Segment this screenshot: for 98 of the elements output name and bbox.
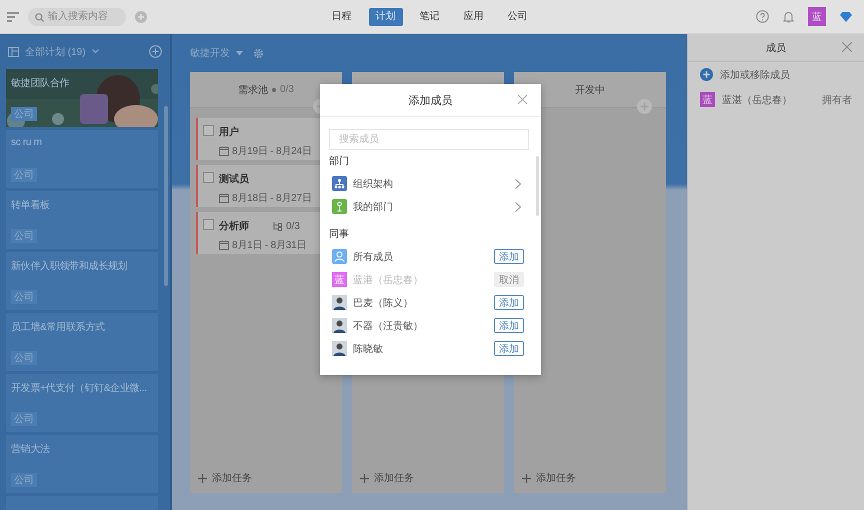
add-task-button[interactable]: 添加任务 — [520, 469, 578, 487]
plan-card[interactable]: 员工墙&常用联系方式 公司 — [6, 313, 158, 371]
person-avatar — [332, 295, 347, 310]
settings-icon[interactable] — [253, 48, 264, 58]
option-name: 不器（汪贵敏） — [353, 320, 423, 332]
subtask-count: 0/3 — [286, 220, 300, 232]
add-task-button[interactable]: 添加任务 — [196, 469, 254, 487]
department-icon — [332, 199, 347, 214]
person-avatar — [332, 341, 347, 356]
search-field[interactable]: 搜索成员 — [329, 129, 529, 150]
plan-name: 开发票+代支付（钉钉&企业微... — [11, 382, 147, 395]
task-checkbox[interactable] — [203, 172, 214, 183]
plan-card[interactable]: 营销大法 公司 — [6, 435, 158, 493]
add-task-button[interactable]: 添加任务 — [358, 469, 416, 487]
chevron-right-icon[interactable] — [515, 202, 521, 212]
plan-tag: 公司 — [11, 290, 37, 304]
member-option[interactable]: 不器（汪贵敏） 添加 — [329, 314, 529, 337]
column-count: 0/3 — [280, 84, 294, 95]
option-name: 陈晓敏 — [353, 342, 383, 356]
plus-icon — [522, 474, 531, 482]
dot-icon — [272, 88, 276, 92]
option-name: 组织架构 — [353, 178, 393, 190]
option-name: 我的部门 — [353, 200, 393, 214]
plan-name: 营销大法 — [11, 442, 50, 456]
plan-name: sc ru m — [11, 137, 42, 148]
board-icon — [8, 46, 19, 56]
option-name: 巴麦（陈义） — [353, 296, 413, 310]
help-icon[interactable] — [756, 10, 769, 23]
plan-tag: 公司 — [11, 351, 37, 365]
panel-title: 成员 — [766, 42, 786, 54]
task-checkbox[interactable] — [203, 125, 214, 136]
task-dates: 8月19日 - 8月24日 — [232, 145, 312, 158]
add-button[interactable]: 添加 — [494, 318, 524, 333]
add-icon[interactable] — [700, 68, 713, 81]
close-icon[interactable] — [842, 42, 852, 52]
plan-card[interactable]: 新伙伴入职领带和成长规划 公司 — [6, 252, 158, 310]
search-field[interactable]: 输入搜索内容 — [28, 8, 126, 26]
user-avatar[interactable]: 蓝 — [808, 7, 826, 26]
nav-tab[interactable]: 笔记 — [412, 8, 446, 26]
nav-tab[interactable]: 日程 — [324, 8, 358, 26]
plan-card[interactable]: 开发票+代支付（钉钉&企业微... 公司 — [6, 374, 158, 432]
calendar-icon — [219, 193, 229, 203]
plan-card[interactable]: 转单看板 公司 — [6, 191, 158, 249]
option-name: 所有成员 — [353, 250, 393, 264]
member-avatar: 蓝 — [700, 92, 715, 107]
nav-tab[interactable]: 应用 — [456, 8, 490, 26]
dialog-title: 添加成员 — [408, 94, 452, 108]
search-icon — [35, 12, 44, 22]
close-icon[interactable] — [518, 95, 527, 104]
task-title: 用户 — [219, 125, 239, 139]
nav-tab[interactable]: 公司 — [500, 8, 534, 26]
member-name: 蓝湛（岳忠春） — [722, 94, 792, 106]
subtask-icon — [273, 221, 283, 231]
project-name[interactable]: 敏捷开发 — [190, 46, 230, 60]
chevron-down-icon[interactable] — [92, 49, 99, 54]
column-title: 需求池 — [238, 84, 268, 96]
task-dates: 8月18日 - 8月27日 — [232, 192, 312, 205]
option-name: 蓝港（岳忠春） — [353, 274, 423, 286]
task-dates: 8月1日 - 8月31日 — [232, 239, 306, 252]
plan-tag: 公司 — [11, 168, 37, 182]
plan-card[interactable]: sc ru m 公司 — [6, 130, 158, 188]
add-icon[interactable] — [135, 10, 147, 22]
plan-tag: 公司 — [11, 412, 37, 426]
plan-name: 员工墙&常用联系方式 — [11, 320, 105, 334]
plan-name: 转单看板 — [11, 198, 50, 212]
calendar-icon — [219, 240, 229, 250]
chevron-right-icon[interactable] — [515, 178, 521, 188]
caret-icon[interactable] — [236, 50, 243, 56]
calendar-icon — [219, 146, 229, 156]
plan-name: 新伙伴入职领带和成长规划 — [11, 260, 128, 273]
plans-title[interactable]: 全部计划 (19) — [25, 44, 86, 58]
member-option[interactable]: 陈晓敏 添加 — [329, 337, 529, 360]
add-button[interactable]: 添加 — [494, 295, 524, 310]
bell-icon[interactable] — [783, 10, 794, 23]
plan-name: 敏捷团队合作 — [11, 76, 70, 90]
task-checkbox[interactable] — [203, 219, 214, 230]
task-title: 分析师 — [219, 220, 249, 233]
scrollbar — [536, 156, 539, 216]
member-avatar: 蓝 — [332, 272, 347, 287]
plan-tag: 公司 — [11, 229, 37, 243]
plan-tag: 公司 — [11, 107, 37, 121]
column-title: 开发中 — [575, 84, 605, 96]
org-chart-icon — [332, 176, 347, 191]
plus-icon — [198, 474, 207, 482]
member-option[interactable]: 巴麦（陈义） 添加 — [329, 291, 529, 314]
plus-icon — [360, 474, 369, 482]
task-title: 测试员 — [219, 172, 249, 186]
add-button[interactable]: 添加 — [494, 341, 524, 356]
menu-icon[interactable] — [7, 12, 19, 22]
member-role: 拥有者 — [822, 94, 852, 106]
person-avatar — [332, 318, 347, 333]
nav-tab[interactable]: 计划 — [368, 8, 402, 26]
add-member-link[interactable]: 添加或移除成员 — [720, 68, 790, 82]
plan-tag: 公司 — [11, 473, 37, 487]
person-icon — [332, 249, 347, 264]
diamond-icon[interactable] — [840, 12, 852, 22]
add-icon[interactable] — [149, 45, 162, 58]
add-button[interactable]: 添加 — [494, 249, 524, 264]
